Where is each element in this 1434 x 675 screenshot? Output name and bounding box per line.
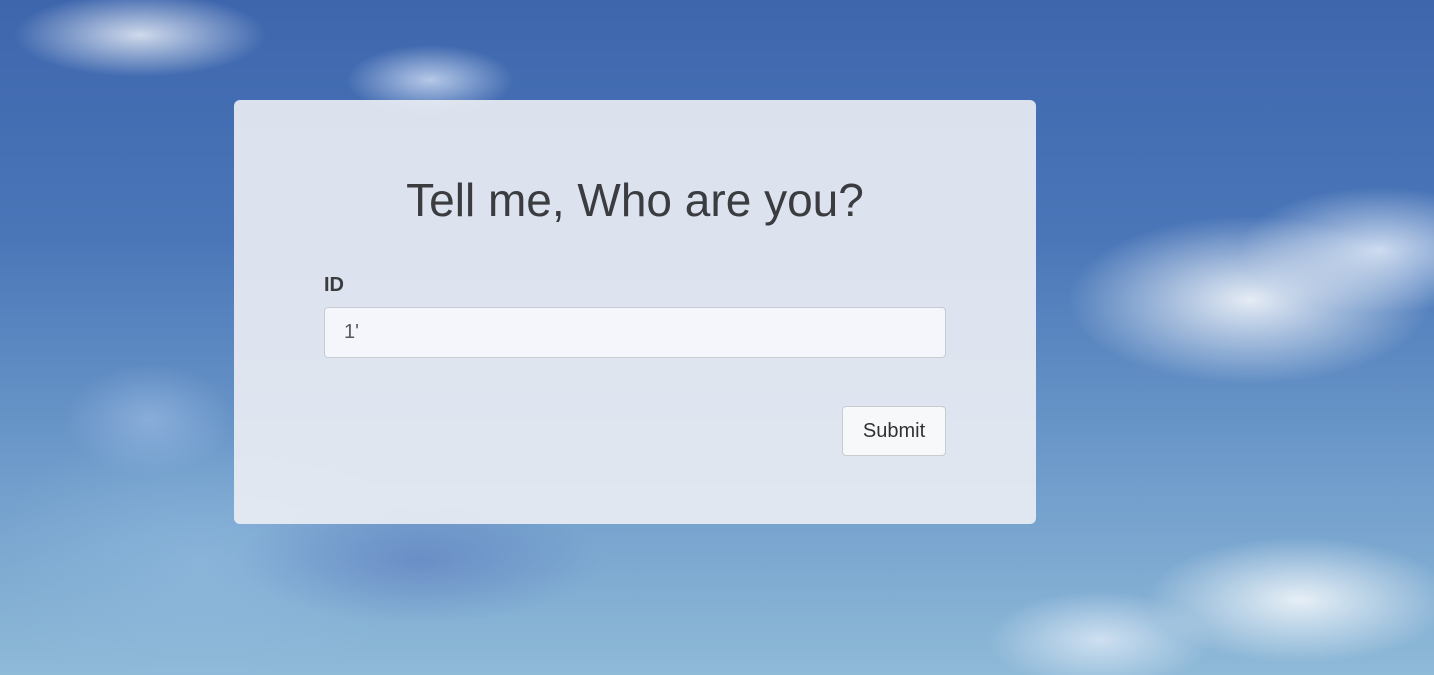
login-card: Tell me, Who are you? ID Submit [234, 100, 1036, 524]
id-label: ID [324, 274, 344, 296]
page-title: Tell me, Who are you? [406, 174, 864, 226]
submit-button[interactable]: Submit [842, 406, 946, 456]
id-input[interactable] [324, 307, 946, 358]
